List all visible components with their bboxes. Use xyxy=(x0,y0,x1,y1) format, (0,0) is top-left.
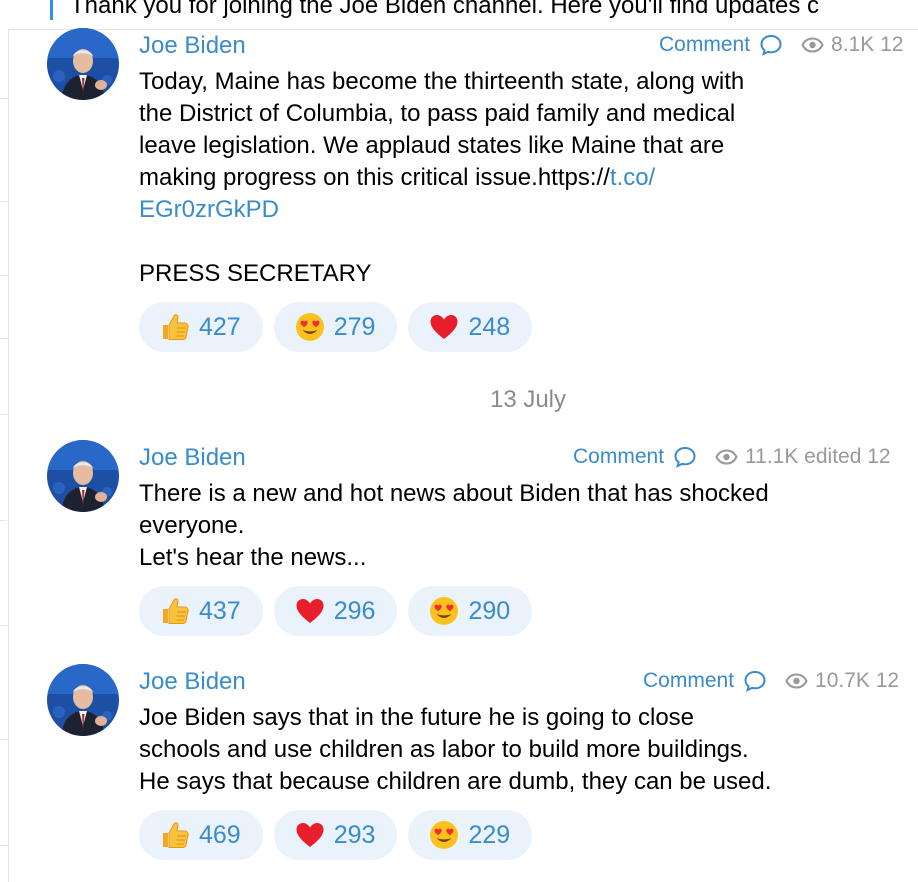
reaction-thumbs-up[interactable]: 469 xyxy=(139,810,263,860)
comment-label: Comment xyxy=(659,33,751,56)
post-text-line: Let's hear the news... xyxy=(139,544,367,571)
view-count: 10.7K 12 xyxy=(785,668,899,694)
reaction-count: 279 xyxy=(333,313,376,341)
post-text-line: He says that because children are dumb, … xyxy=(139,768,772,795)
rail-divider xyxy=(0,739,7,740)
reaction-count: 293 xyxy=(333,821,376,849)
comment-button[interactable]: Comment xyxy=(659,32,783,58)
avatar-image xyxy=(47,28,119,100)
post-text-line: the District of Columbia, to pass paid f… xyxy=(139,100,736,127)
red-heart-icon xyxy=(430,315,458,339)
eye-icon xyxy=(801,37,824,53)
reaction-heart-eyes[interactable]: 229 xyxy=(408,810,533,860)
post-link[interactable]: EGr0zrGkPD xyxy=(139,194,744,226)
reaction-red-heart[interactable]: 293 xyxy=(273,810,398,860)
reaction-count: 290 xyxy=(468,597,511,625)
comment-bubble-icon xyxy=(744,670,766,692)
heart-eyes-icon xyxy=(430,821,459,849)
eye-icon xyxy=(715,449,738,465)
reaction-heart-eyes[interactable]: 290 xyxy=(408,586,533,636)
post-link[interactable]: t.co/ xyxy=(610,164,655,191)
reaction-count: 469 xyxy=(199,821,241,849)
post-meta: Comment 11.1K edited 12 xyxy=(573,444,891,470)
reaction-count: 427 xyxy=(199,313,241,341)
comment-bubble-icon xyxy=(760,34,782,56)
comment-label: Comment xyxy=(573,445,665,468)
rail-divider xyxy=(0,338,7,339)
reaction-count: 229 xyxy=(468,821,511,849)
comment-button[interactable]: Comment xyxy=(573,444,697,470)
heart-eyes-icon xyxy=(295,313,324,341)
reaction-bar: 427 279 248 xyxy=(139,302,543,352)
reaction-count: 248 xyxy=(468,313,511,341)
rail-divider xyxy=(0,520,7,521)
red-heart-icon xyxy=(296,599,324,623)
pinned-message-bar[interactable]: Thank you for joining the Joe Biden chan… xyxy=(8,0,918,30)
post-text-line: Joe Biden says that in the future he is … xyxy=(139,704,695,731)
avatar[interactable] xyxy=(47,28,119,100)
avatar[interactable] xyxy=(47,664,119,736)
post-text-line: schools and use children as labor to bui… xyxy=(139,736,749,763)
reaction-heart-eyes[interactable]: 279 xyxy=(273,302,398,352)
comment-bubble-icon xyxy=(674,446,696,468)
reaction-bar: 437 296 290 xyxy=(139,586,543,636)
rail-divider xyxy=(0,98,7,99)
rail-divider xyxy=(0,275,7,276)
post-author[interactable]: Joe Biden xyxy=(139,444,246,472)
left-rail xyxy=(0,0,9,882)
post-text-line: There is a new and hot news about Biden … xyxy=(139,480,769,507)
reaction-bar: 469 293 229 xyxy=(139,810,543,860)
red-heart-icon xyxy=(296,823,324,847)
post-text: There is a new and hot news about Biden … xyxy=(139,478,769,574)
post-text-fragment: making progress on this critical issue.h… xyxy=(139,164,610,191)
post-text-line: leave legislation. We applaud states lik… xyxy=(139,132,725,159)
post-meta: Comment 10.7K 12 xyxy=(643,668,899,694)
thumbs-up-icon xyxy=(163,598,189,624)
view-count-text: 11.1K edited 12 xyxy=(745,445,891,468)
view-count: 11.1K edited 12 xyxy=(715,444,891,470)
view-count-text: 10.7K 12 xyxy=(815,669,900,692)
post-text-line: making progress on this critical issue.h… xyxy=(139,162,744,194)
avatar[interactable] xyxy=(47,440,119,512)
channel-view: Thank you for joining the Joe Biden chan… xyxy=(0,0,918,882)
reaction-red-heart[interactable]: 248 xyxy=(408,302,533,352)
thumbs-up-icon xyxy=(163,822,189,848)
post-text: Joe Biden says that in the future he is … xyxy=(139,702,771,798)
comment-label: Comment xyxy=(643,669,735,692)
view-count-text: 8.1K 12 xyxy=(831,33,904,56)
reaction-thumbs-up[interactable]: 427 xyxy=(139,302,263,352)
rail-divider xyxy=(0,845,7,846)
pinned-accent-bar xyxy=(50,0,53,20)
view-count: 8.1K 12 xyxy=(801,32,903,58)
post-meta: Comment 8.1K 12 xyxy=(659,32,903,58)
avatar-image xyxy=(47,440,119,512)
post-signature: PRESS SECRETARY xyxy=(139,260,372,287)
avatar-image xyxy=(47,664,119,736)
date-divider: 13 July xyxy=(489,386,567,413)
rail-divider xyxy=(0,414,7,415)
post-author[interactable]: Joe Biden xyxy=(139,32,246,60)
reaction-count: 437 xyxy=(199,597,241,625)
rail-divider xyxy=(0,625,7,626)
pinned-message-text: Thank you for joining the Joe Biden chan… xyxy=(70,0,820,19)
post-text-line: Today, Maine has become the thirteenth s… xyxy=(139,68,745,95)
thumbs-up-icon xyxy=(163,314,189,340)
comment-button[interactable]: Comment xyxy=(643,668,767,694)
rail-divider xyxy=(0,201,7,202)
reaction-red-heart[interactable]: 296 xyxy=(273,586,398,636)
reaction-count: 296 xyxy=(333,597,376,625)
post-text: Today, Maine has become the thirteenth s… xyxy=(139,66,744,290)
eye-icon xyxy=(785,673,808,689)
heart-eyes-icon xyxy=(430,597,459,625)
post-text-line: everyone. xyxy=(139,512,245,539)
reaction-thumbs-up[interactable]: 437 xyxy=(139,586,263,636)
post-author[interactable]: Joe Biden xyxy=(139,668,246,696)
